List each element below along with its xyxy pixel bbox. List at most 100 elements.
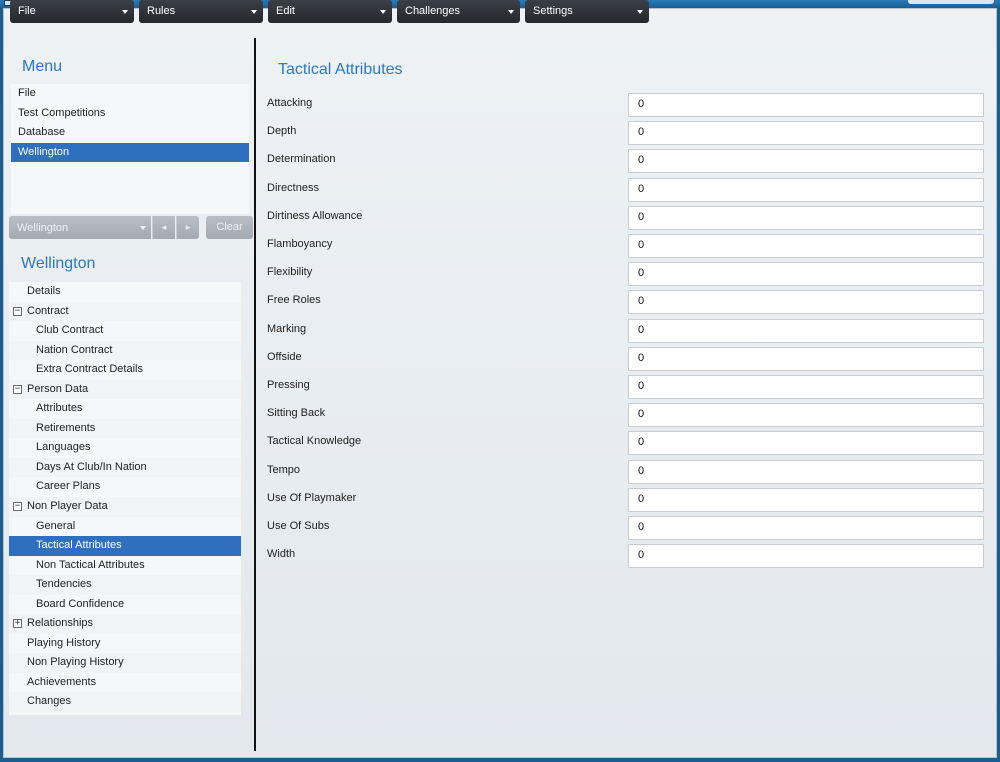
tree-item-extra-contract-details[interactable]: Extra Contract Details [9,360,241,380]
field-row-tactical-knowledge: Tactical Knowledge 0 [262,431,987,456]
field-input-attacking[interactable]: 0 [628,93,984,117]
field-row-sitting-back: Sitting Back 0 [262,403,987,428]
field-input-flexibility[interactable]: 0 [628,262,984,287]
tree-item-changes[interactable]: Changes [9,692,241,713]
field-row-flexibility: Flexibility 0 [262,262,987,287]
tree-item-label: Languages [36,441,91,454]
menu-file-label: File [18,5,36,17]
tree-item-achievements[interactable]: Achievements [9,673,241,693]
tree-item-person-data[interactable]: − Person Data [9,379,241,400]
tree-item-attributes[interactable]: Attributes [9,399,241,419]
tree-item-contract[interactable]: − Contract [9,301,241,322]
field-label-attacking: Attacking [267,97,313,109]
field-label-free-roles: Free Roles [267,294,321,307]
field-row-offside: Offside 0 [262,346,987,371]
menu-settings-button[interactable]: Settings [525,0,649,23]
field-input-directness[interactable]: 0 [628,177,984,202]
collapse-icon[interactable]: − [13,306,22,316]
field-row-use-of-playmaker: Use Of Playmaker 0 [262,487,987,512]
tree-item-nation-contract[interactable]: Nation Contract [9,340,241,361]
field-row-directness: Directness 0 [262,177,987,202]
field-label-depth: Depth [267,125,297,138]
window-controls[interactable] [908,0,994,4]
field-input-free-roles[interactable]: 0 [628,290,984,315]
field-label-tactical-knowledge: Tactical Knowledge [267,435,362,448]
field-label-flamboyancy: Flamboyancy [267,238,333,250]
tree-item-board-confidence[interactable]: Board Confidence [9,595,241,615]
field-input-use-of-playmaker[interactable]: 0 [628,487,984,512]
panel-divider[interactable] [254,38,256,751]
field-input-depth[interactable]: 0 [628,121,984,146]
field-input-dirtiness-allowance[interactable]: 0 [628,205,984,230]
collapse-icon[interactable]: − [13,502,22,512]
tree-item-relationships[interactable]: + Relationships [9,614,241,634]
tree-item-label: Contract [27,304,69,317]
menu-settings-label: Settings [533,5,573,17]
field-label-offside: Offside [267,350,302,363]
tree-item-label: Board Confidence [36,597,125,610]
main-panel: Tactical Attributes Attacking 0 Depth 0 Dete… [262,46,992,746]
field-input-determination[interactable]: 0 [628,149,984,174]
field-row-dirtiness-allowance: Dirtiness Allowance 0 [262,205,987,230]
field-input-tactical-knowledge[interactable]: 0 [628,431,984,456]
tree-item-label: Career Plans [36,480,101,493]
field-input-use-of-subs[interactable]: 0 [628,516,984,540]
tree-item-label: Person Data [27,382,89,395]
field-row-pressing: Pressing 0 [262,375,987,399]
tree-item-non-tactical-attributes[interactable]: Non Tactical Attributes [9,556,241,576]
tree-item-tactical-attributes[interactable]: Tactical Attributes [9,536,241,556]
field-row-determination: Determination 0 [262,149,987,174]
tree-item-label: Relationships [27,617,94,630]
menu-rules-button[interactable]: Rules [139,0,263,23]
menu-rules-label: Rules [147,5,176,17]
field-row-flamboyancy: Flamboyancy 0 [262,234,987,258]
record-dropdown[interactable]: Wellington [9,216,151,239]
tree-item-label: Days At Club/In Nation [36,460,147,473]
tree-item-club-contract[interactable]: Club Contract [9,321,241,341]
tree-item-days-at-club[interactable]: Days At Club/In Nation [9,457,241,478]
next-record-button[interactable]: ▸ [176,216,199,239]
previous-record-button[interactable]: ◂ [152,216,175,239]
tree-item-non-player-data[interactable]: − Non Player Data [9,497,241,517]
tree-title: Wellington [21,255,96,272]
tree-item-tendencies[interactable]: Tendencies [9,575,241,595]
chevron-left-icon: ◂ [161,222,167,232]
menu-item-test-competitions[interactable]: Test Competitions [11,104,249,124]
tree-item-label: Retirements [36,421,96,434]
menu-title: Menu [22,58,63,75]
field-input-width[interactable]: 0 [628,544,984,569]
tree-item-playing-history[interactable]: Playing History [9,634,241,654]
menu-file-button[interactable]: File [10,0,134,23]
tree-item-retirements[interactable]: Retirements [9,418,241,439]
tree-item-languages[interactable]: Languages [9,438,241,458]
tree-item-career-plans[interactable]: Career Plans [9,477,241,497]
menu-edit-button[interactable]: Edit [268,0,392,23]
menu-item-wellington[interactable]: Wellington [11,142,249,162]
window-bottom-edge [0,758,1000,762]
field-row-use-of-subs: Use Of Subs 0 [262,516,987,540]
expand-icon[interactable]: + [13,619,22,629]
field-input-tempo[interactable]: 0 [628,459,984,484]
collapse-icon[interactable]: − [13,384,22,394]
chevron-down-icon [251,10,257,14]
chevron-down-icon [380,10,386,14]
field-input-marking[interactable]: 0 [628,318,984,343]
field-input-sitting-back[interactable]: 0 [628,403,984,428]
field-row-width: Width 0 [262,544,987,569]
tree-item-details[interactable]: Details [9,282,241,302]
tree-item-label: Playing History [27,636,101,649]
field-input-offside[interactable]: 0 [628,346,984,371]
record-dropdown-value: Wellington [17,222,69,234]
tree-item-label: General [36,519,76,532]
page-title: Tactical Attributes [278,61,403,78]
field-input-pressing[interactable]: 0 [628,375,984,399]
menu-item-database[interactable]: Database [11,123,249,143]
menu-challenges-button[interactable]: Challenges [397,0,520,23]
clear-button[interactable]: Clear [206,216,253,239]
tree-item-label: Extra Contract Details [36,363,143,376]
tree-item-general[interactable]: General [9,517,241,537]
tree-item-non-playing-history[interactable]: Non Playing History [9,653,241,673]
menu-item-file[interactable]: File [11,84,249,104]
field-input-flamboyancy[interactable]: 0 [628,234,984,258]
tree-item-label: Tendencies [36,578,92,591]
